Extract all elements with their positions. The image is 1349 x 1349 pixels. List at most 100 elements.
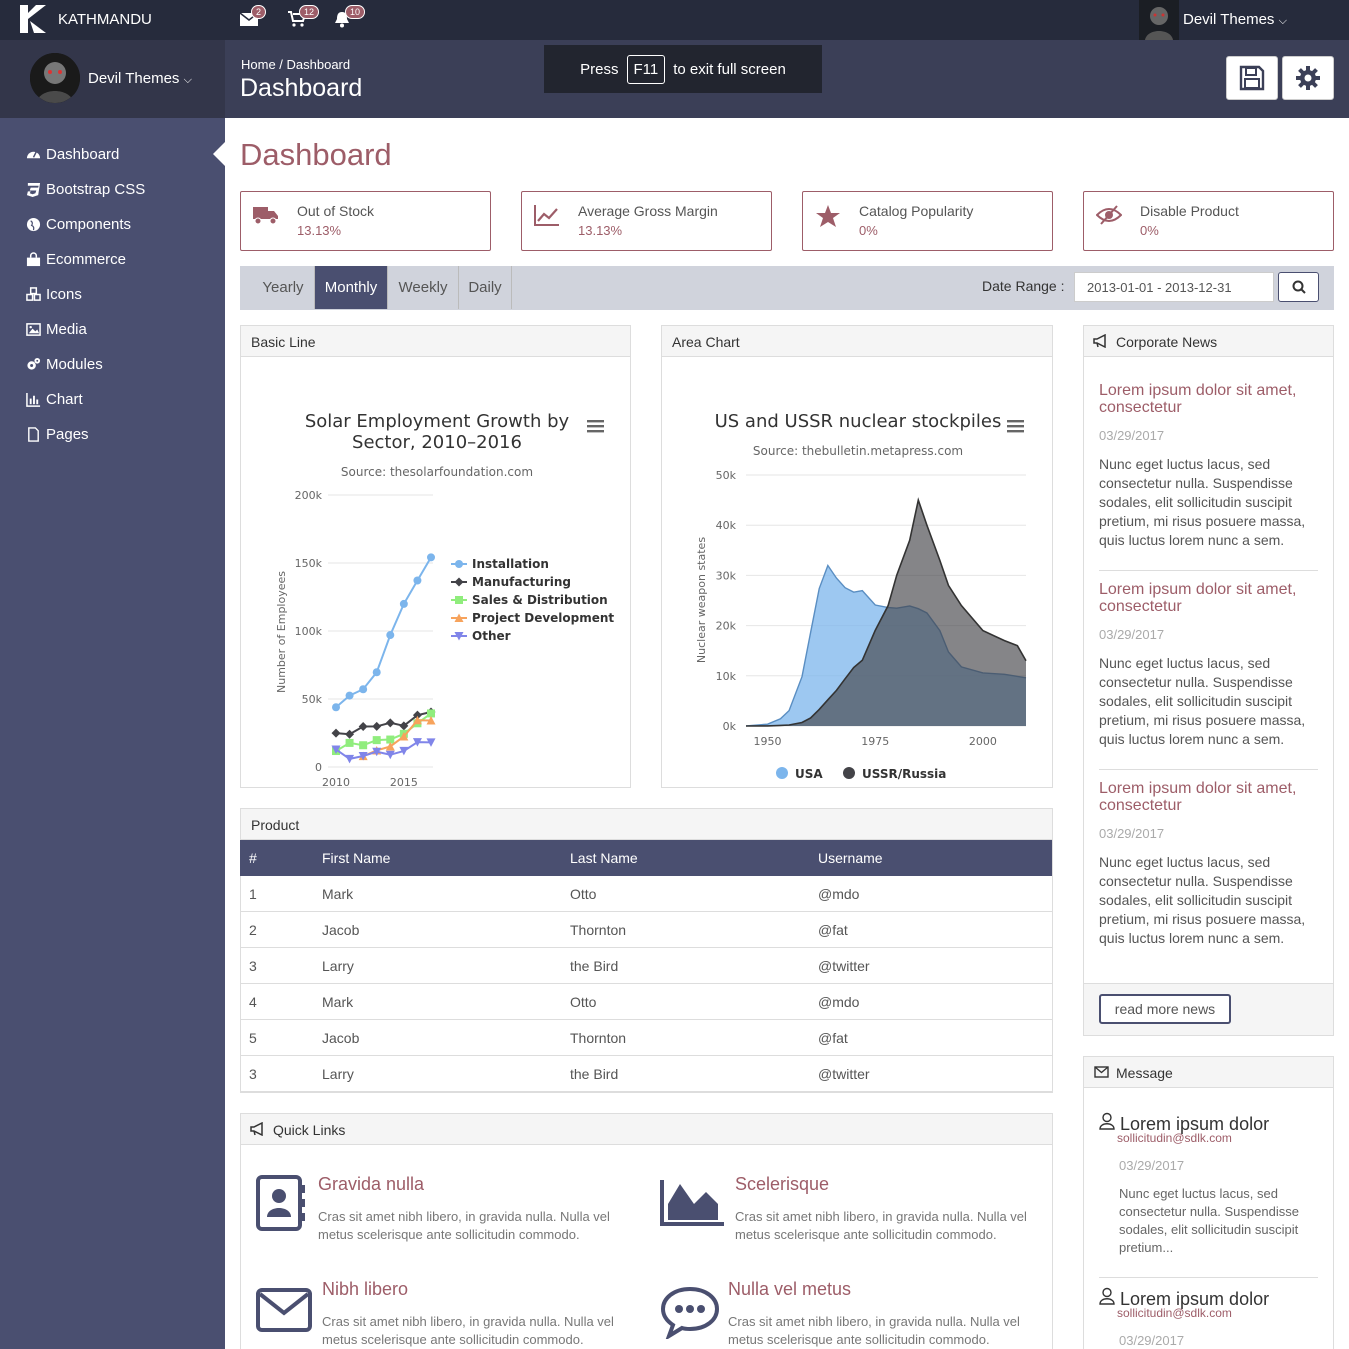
quick-link-title[interactable]: Nibh libero [322, 1279, 408, 1300]
news-title[interactable]: Lorem ipsum dolor sit amet, consectetur [1099, 382, 1319, 416]
stat-value: 0% [1140, 223, 1159, 238]
message-email[interactable]: sollicitudin@sdlk.com [1117, 1131, 1232, 1145]
sidebar-item-pages[interactable]: Pages [26, 426, 89, 443]
user-menu[interactable]: Devil Themes ⌵ [1183, 11, 1287, 28]
news-title[interactable]: Lorem ipsum dolor sit amet, consectetur [1099, 780, 1319, 814]
table-cell: 4 [249, 994, 257, 1010]
table-row[interactable]: 3 Larry the Bird @twitter [240, 1056, 1052, 1092]
table-row[interactable]: 2 Jacob Thornton @fat [240, 912, 1052, 948]
avatar[interactable] [30, 53, 80, 103]
address-book-icon[interactable] [255, 1175, 307, 1231]
data-point [359, 741, 368, 750]
news-title[interactable]: Lorem ipsum dolor sit amet, consectetur [1099, 581, 1319, 615]
stat-card-out-of-stock[interactable]: Out of Stock 13.13% [240, 191, 491, 251]
sidebar-item-icons[interactable]: Icons [26, 286, 82, 303]
data-point [358, 722, 368, 732]
sidebar-item-modules[interactable]: Modules [26, 356, 103, 373]
message-date: 03/29/2017 [1119, 1333, 1185, 1348]
column-header: Username [818, 850, 883, 866]
table-cell: Mark [322, 994, 354, 1010]
sidebar-item-components[interactable]: Components [26, 216, 131, 233]
column-header: # [249, 850, 257, 866]
settings-button[interactable] [1282, 56, 1334, 100]
tab-daily[interactable]: Daily [459, 266, 512, 309]
data-point [399, 599, 408, 608]
x-tick-label: 1950 [754, 735, 782, 748]
stat-value: 13.13% [578, 223, 623, 238]
x-tick-label: 2010 [322, 776, 350, 787]
cart-badge: 12 [299, 5, 320, 19]
sidebar-item-dashboard[interactable]: Dashboard [26, 146, 119, 163]
date-range-search-button[interactable] [1278, 272, 1319, 302]
notifications-badge: 10 [345, 5, 366, 19]
table-cell: Mark [322, 886, 354, 902]
envelope-icon[interactable] [255, 1287, 313, 1333]
table-cell: Thornton [570, 922, 627, 938]
stat-card-average-gross-margin[interactable]: Average Gross Margin 13.13% [521, 191, 772, 251]
data-point [345, 691, 354, 700]
legend-label: Other [472, 629, 511, 643]
save-button[interactable] [1226, 56, 1278, 100]
header-title: Dashboard [240, 74, 363, 102]
quick-link-title[interactable]: Scelerisque [735, 1174, 829, 1195]
area-chart-icon[interactable] [660, 1178, 726, 1226]
sidebar-item-media[interactable]: Media [26, 321, 87, 338]
table-row[interactable]: 1 Mark Otto @mdo [240, 876, 1052, 912]
date-range-input[interactable]: 2013-01-01 - 2013-12-31 [1074, 272, 1274, 302]
kathmandu-logo-icon[interactable] [18, 3, 50, 35]
table-row[interactable]: 4 Mark Otto @mdo [240, 984, 1052, 1020]
tab-monthly[interactable]: Monthly [315, 266, 388, 309]
eye-slash-icon [1096, 205, 1122, 225]
data-point [372, 736, 381, 745]
stat-card-catalog-popularity[interactable]: Catalog Popularity 0% [802, 191, 1053, 251]
quick-link-body: Cras sit amet nibh libero, in gravida nu… [318, 1209, 610, 1242]
message-date: 03/29/2017 [1119, 1158, 1185, 1173]
y-tick-label: 40k [716, 519, 737, 532]
x-tick-label: 1975 [861, 735, 889, 748]
table-cell: 5 [249, 1030, 257, 1046]
tab-yearly[interactable]: Yearly [252, 266, 315, 309]
quick-link-title[interactable]: Nulla vel metus [728, 1279, 851, 1300]
chart-menu-icon [1007, 425, 1024, 428]
breadcrumb[interactable]: Home / Dashboard [241, 57, 350, 72]
cart-button[interactable]: 12 [288, 5, 320, 32]
mail-button[interactable]: 2 [239, 5, 267, 32]
legend-label: Manufacturing [472, 575, 571, 589]
read-more-news-button[interactable]: read more news [1099, 994, 1231, 1024]
table-cell: @mdo [818, 994, 860, 1010]
news-date: 03/29/2017 [1099, 826, 1165, 841]
comment-icon[interactable] [660, 1285, 720, 1339]
news-body: Nunc eget luctus lacus, sed consectetur … [1099, 655, 1306, 747]
y-tick-label: 100k [295, 625, 323, 638]
brand-name[interactable]: KATHMANDU [58, 11, 152, 28]
table-row[interactable]: 3 Larry the Bird @twitter [240, 948, 1052, 984]
profile-menu[interactable]: Devil Themes ⌵ [88, 70, 192, 87]
sidebar-item-ecommerce[interactable]: Ecommerce [26, 251, 126, 268]
avatar[interactable] [1139, 0, 1179, 40]
profile-name: Devil Themes [88, 70, 180, 87]
message-email[interactable]: sollicitudin@sdlk.com [1117, 1306, 1232, 1320]
bar-chart-icon [26, 392, 41, 407]
data-point [386, 631, 395, 640]
nuclear-stockpiles-chart: US and USSR nuclear stockpiles Source: th… [695, 411, 1027, 801]
quick-link-title[interactable]: Gravida nulla [318, 1174, 424, 1195]
sidebar-item-label: Bootstrap CSS [46, 181, 146, 198]
panel-title: Basic Line [241, 326, 630, 357]
table-cell: @twitter [818, 1066, 870, 1082]
news-date: 03/29/2017 [1099, 627, 1165, 642]
data-point [413, 576, 422, 585]
column-header: First Name [322, 850, 391, 866]
table-row[interactable]: 5 Jacob Thornton @fat [240, 1020, 1052, 1056]
truck-icon [253, 207, 278, 225]
solar-employment-chart: Solar Employment Growth bySector, 2010–2… [275, 411, 614, 801]
sidebar-item-bootstrap-css[interactable]: Bootstrap CSS [26, 181, 145, 198]
stat-card-disable-product[interactable]: Disable Product 0% [1083, 191, 1334, 251]
y-tick-label: 10k [716, 670, 737, 683]
data-point [427, 553, 435, 562]
tab-weekly[interactable]: Weekly [388, 266, 459, 309]
sidebar-item-chart[interactable]: Chart [26, 391, 83, 408]
y-tick-label: 0 [315, 761, 322, 774]
stat-value: 13.13% [297, 223, 342, 238]
table-cell: Larry [322, 958, 354, 974]
notifications-button[interactable]: 10 [334, 5, 366, 33]
